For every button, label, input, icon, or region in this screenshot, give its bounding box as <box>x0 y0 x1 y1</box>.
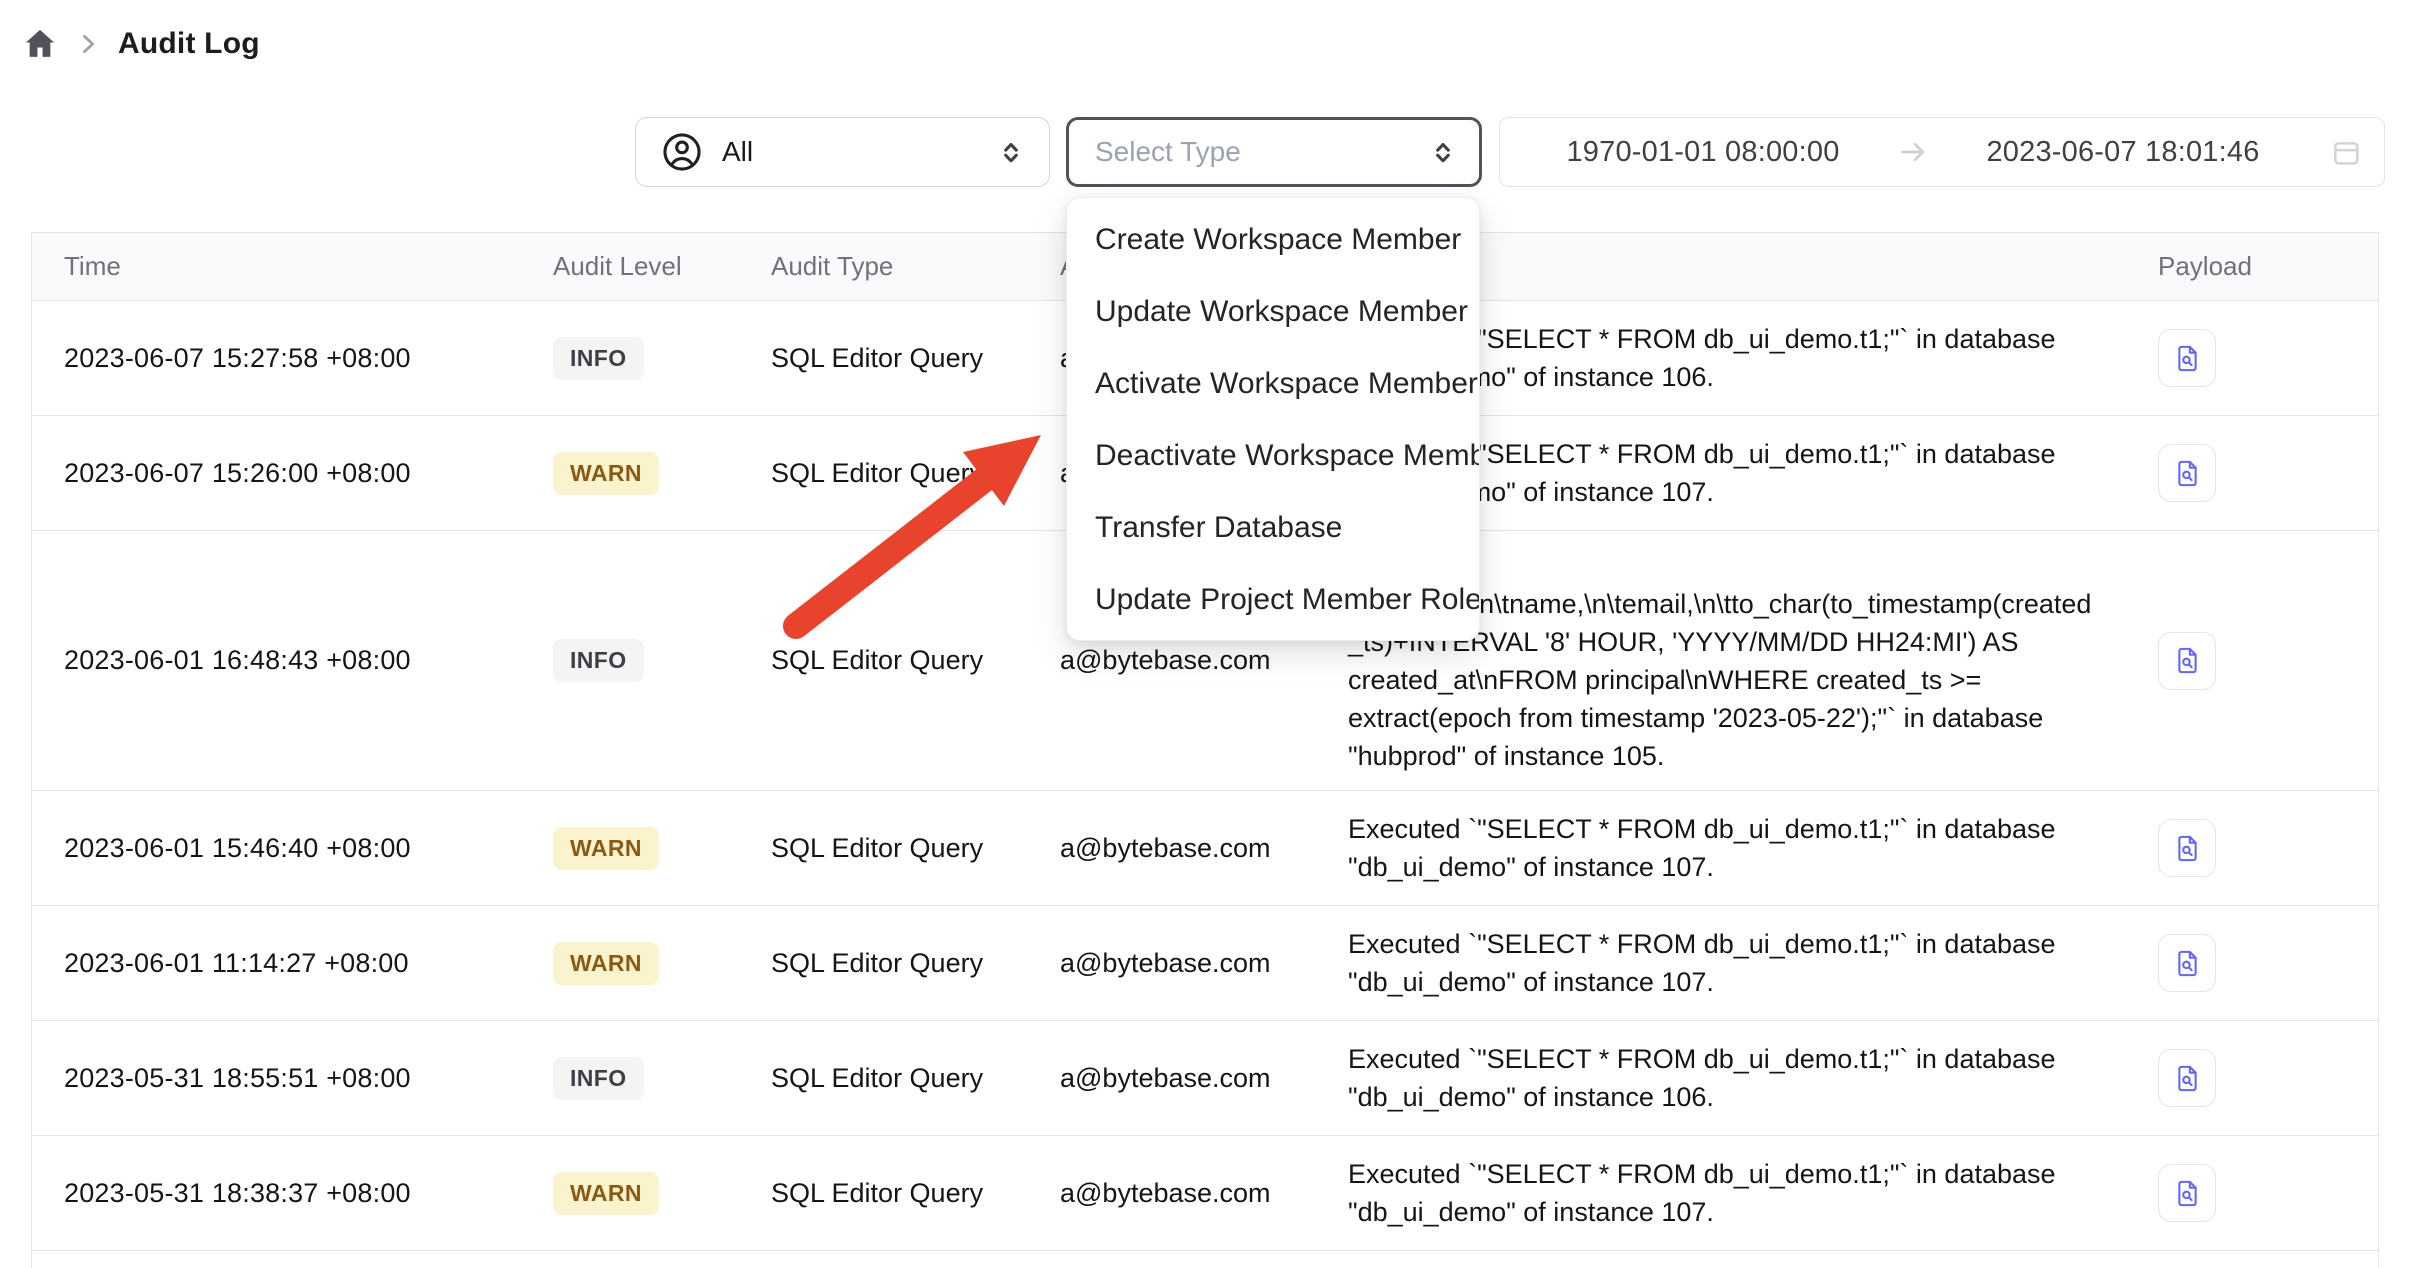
person-icon <box>660 130 704 174</box>
row-audit-level: INFO <box>521 639 739 682</box>
audit-level-badge: INFO <box>553 337 644 380</box>
row-payload <box>2126 819 2377 877</box>
row-audit-level: WARN <box>521 942 739 985</box>
row-audit-level: WARN <box>521 827 739 870</box>
table-row: 2023-05-31 18:55:51 +08:00 INFO SQL Editor… <box>32 1021 2378 1136</box>
file-search-icon <box>2172 1178 2203 1209</box>
menu-item-update-project-member-role[interactable]: Update Project Member Role <box>1067 564 1479 636</box>
payload-view-button[interactable] <box>2158 1164 2216 1222</box>
table-row: 2023-06-01 11:14:27 +08:00 WARN SQL Editor… <box>32 906 2378 1021</box>
row-time: 2023-05-31 18:55:51 +08:00 <box>32 1063 521 1094</box>
table-row: 2023-05-31 18:38:37 +08:00 WARN SQL Editor… <box>32 1136 2378 1251</box>
file-search-icon <box>2172 458 2203 489</box>
row-audit-level: WARN <box>521 1172 739 1215</box>
row-audit-type: SQL Editor Query <box>739 833 1028 864</box>
column-header-time: Time <box>32 251 521 282</box>
row-payload <box>2126 934 2377 992</box>
row-actor: a@bytebase.com <box>1028 833 1316 864</box>
audit-level-badge: WARN <box>553 942 659 985</box>
payload-view-button[interactable] <box>2158 632 2216 690</box>
type-filter-placeholder: Select Type <box>1095 136 1427 168</box>
actor-filter-select[interactable]: All <box>635 117 1050 187</box>
payload-view-button[interactable] <box>2158 934 2216 992</box>
row-audit-level: INFO <box>521 1057 739 1100</box>
row-audit-level: WARN <box>521 452 739 495</box>
date-range-picker[interactable]: 1970-01-01 08:00:00 2023-06-07 18:01:46 <box>1499 117 2385 187</box>
row-actor: a@bytebase.com <box>1028 645 1316 676</box>
row-payload <box>2126 329 2377 387</box>
row-comment: Executed `"SELECT * FROM db_ui_demo.t1;"… <box>1316 911 2126 1015</box>
row-audit-type: SQL Editor Query <box>739 1063 1028 1094</box>
payload-view-button[interactable] <box>2158 444 2216 502</box>
row-payload <box>2126 1164 2377 1222</box>
row-comment: Executed `"SELECT * FROM db_ui_demo.t1;"… <box>1316 1141 2126 1245</box>
payload-view-button[interactable] <box>2158 329 2216 387</box>
audit-level-badge: WARN <box>553 1172 659 1215</box>
row-actor: a@bytebase.com <box>1028 948 1316 979</box>
row-payload <box>2126 444 2377 502</box>
row-time: 2023-06-07 15:27:58 +08:00 <box>32 343 521 374</box>
row-audit-type: SQL Editor Query <box>739 645 1028 676</box>
audit-level-badge: WARN <box>553 452 659 495</box>
table-row: 2023-06-01 15:46:40 +08:00 WARN SQL Editor… <box>32 791 2378 906</box>
row-audit-type: SQL Editor Query <box>739 948 1028 979</box>
row-audit-type: SQL Editor Query <box>739 458 1028 489</box>
chevrons-up-down-icon <box>1427 136 1459 168</box>
type-filter-select[interactable]: Select Type <box>1066 117 1482 187</box>
breadcrumb: Audit Log <box>22 26 260 62</box>
row-actor: a@bytebase.com <box>1028 1063 1316 1094</box>
audit-level-badge: WARN <box>553 827 659 870</box>
audit-level-badge: INFO <box>553 639 644 682</box>
row-time: 2023-06-07 15:26:00 +08:00 <box>32 458 521 489</box>
row-audit-type: SQL Editor Query <box>739 343 1028 374</box>
column-header-payload: Payload <box>2126 251 2377 282</box>
column-header-audit-level: Audit Level <box>521 251 739 282</box>
row-payload <box>2126 1049 2377 1107</box>
audit-level-badge: INFO <box>553 1057 644 1100</box>
menu-item-activate-workspace-member[interactable]: Activate Workspace Member <box>1067 348 1479 420</box>
payload-view-button[interactable] <box>2158 819 2216 877</box>
file-search-icon <box>2172 948 2203 979</box>
table-row-partial <box>32 1251 2378 1268</box>
row-actor: a@bytebase.com <box>1028 1178 1316 1209</box>
row-time: 2023-06-01 11:14:27 +08:00 <box>32 948 521 979</box>
file-search-icon <box>2172 833 2203 864</box>
row-time: 2023-06-01 16:48:43 +08:00 <box>32 645 521 676</box>
home-icon[interactable] <box>22 26 58 62</box>
menu-item-deactivate-workspace-member[interactable]: Deactivate Workspace Member <box>1067 420 1479 492</box>
chevron-right-icon <box>74 30 102 58</box>
row-comment: Executed `"SELECT * FROM db_ui_demo.t1;"… <box>1316 796 2126 900</box>
audit-log-page: Audit Log All Select Type 1970-01-01 08:… <box>0 0 2410 1268</box>
row-payload <box>2126 632 2377 690</box>
arrow-right-icon <box>1896 135 1930 169</box>
row-audit-type: SQL Editor Query <box>739 1178 1028 1209</box>
file-search-icon <box>2172 343 2203 374</box>
type-filter-dropdown-menu: Create Workspace MemberUpdate Workspace … <box>1066 197 1480 641</box>
menu-item-update-workspace-member[interactable]: Update Workspace Member <box>1067 276 1479 348</box>
file-search-icon <box>2172 1063 2203 1094</box>
row-audit-level: INFO <box>521 337 739 380</box>
menu-item-create-workspace-member[interactable]: Create Workspace Member <box>1067 204 1479 276</box>
calendar-icon[interactable] <box>2330 136 2362 168</box>
actor-filter-value: All <box>722 136 995 168</box>
row-time: 2023-05-31 18:38:37 +08:00 <box>32 1178 521 1209</box>
column-header-audit-type: Audit Type <box>739 251 1028 282</box>
row-time: 2023-06-01 15:46:40 +08:00 <box>32 833 521 864</box>
file-search-icon <box>2172 645 2203 676</box>
chevrons-up-down-icon <box>995 136 1027 168</box>
date-range-start[interactable]: 1970-01-01 08:00:00 <box>1510 136 1896 169</box>
payload-view-button[interactable] <box>2158 1049 2216 1107</box>
row-comment: Executed `"SELECT * FROM db_ui_demo.t1;"… <box>1316 1026 2126 1130</box>
date-range-end[interactable]: 2023-06-07 18:01:46 <box>1930 136 2316 169</box>
menu-item-transfer-database[interactable]: Transfer Database <box>1067 492 1479 564</box>
page-title: Audit Log <box>118 27 260 61</box>
